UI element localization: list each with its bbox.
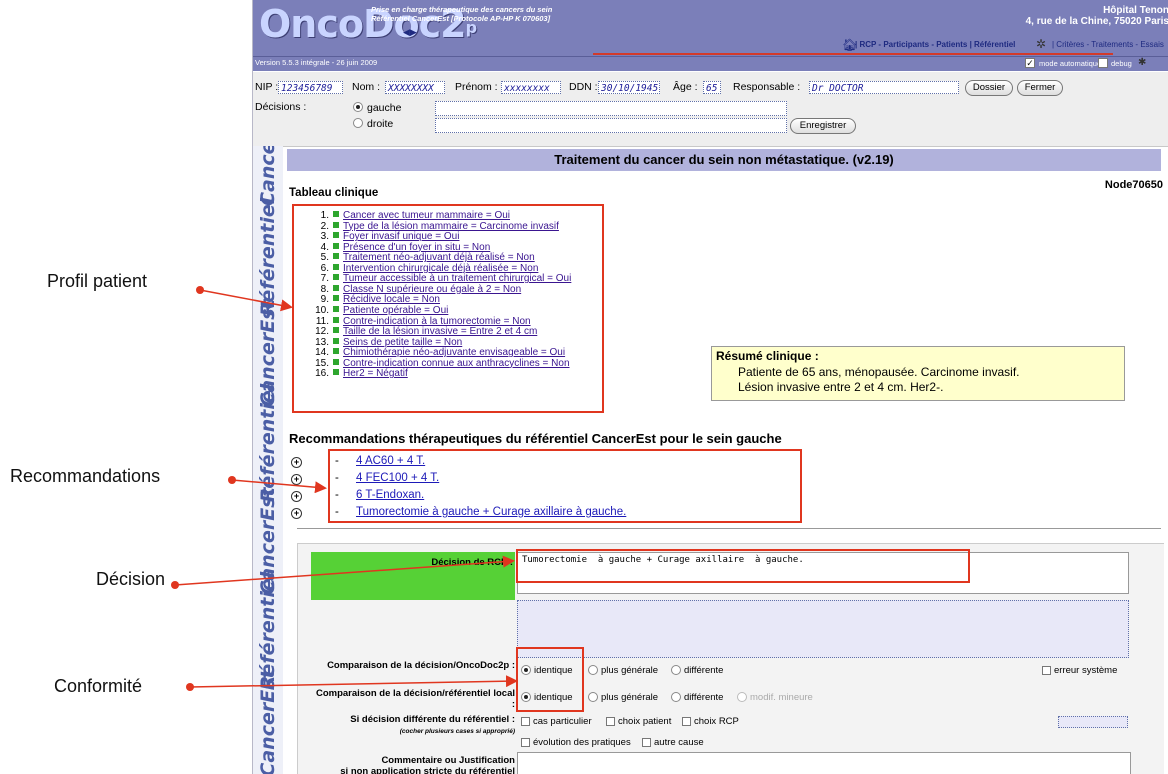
annotation-arrows: [174, 289, 518, 688]
dot-profil: [196, 286, 204, 294]
arrow-conformite: [189, 675, 518, 688]
dot-recommandations: [228, 476, 236, 484]
arrow-decision: [174, 555, 515, 586]
arrow-recommandations: [231, 479, 327, 494]
dot-decision: [171, 581, 179, 589]
dot-conformite: [186, 683, 194, 691]
arrow-profil: [199, 289, 293, 312]
